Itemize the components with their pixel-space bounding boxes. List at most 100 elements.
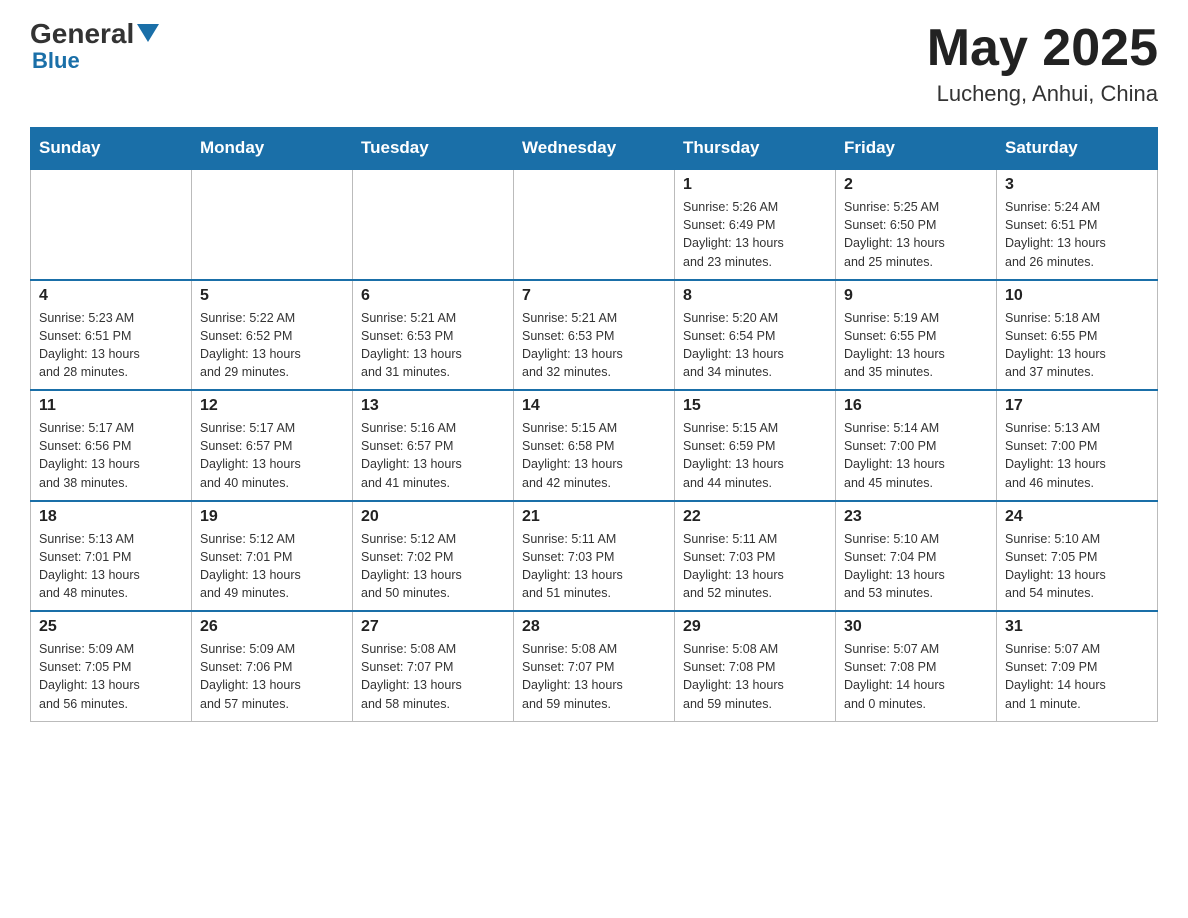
sun-info: Sunrise: 5:08 AM Sunset: 7:08 PM Dayligh… [683, 640, 827, 713]
day-number: 13 [361, 397, 505, 415]
day-header-tuesday: Tuesday [353, 128, 514, 170]
calendar-cell [353, 169, 514, 280]
sun-info: Sunrise: 5:15 AM Sunset: 6:59 PM Dayligh… [683, 419, 827, 492]
calendar-cell: 29Sunrise: 5:08 AM Sunset: 7:08 PM Dayli… [675, 611, 836, 721]
sun-info: Sunrise: 5:11 AM Sunset: 7:03 PM Dayligh… [522, 530, 666, 603]
week-row-3: 11 Sunrise: 5:17 AM Sunset: 6:56 PM Dayli… [31, 390, 1158, 501]
calendar-cell: 19 Sunrise: 5:12 AM Sunset: 7:01 PM Dayli… [192, 501, 353, 612]
day-header-saturday: Saturday [997, 128, 1158, 170]
sun-info: Sunrise: 5:25 AM Sunset: 6:50 PM Dayligh… [844, 198, 988, 271]
day-number: 2 [844, 176, 988, 194]
sun-info: Sunrise: 5:26 AM Sunset: 6:49 PM Dayligh… [683, 198, 827, 271]
sun-info: Sunrise: 5:09 AM Sunset: 7:06 PM Dayligh… [200, 640, 344, 713]
day-number: 5 [200, 287, 344, 305]
calendar-cell: 21 Sunrise: 5:11 AM Sunset: 7:03 PM Dayli… [514, 501, 675, 612]
day-number: 10 [1005, 287, 1149, 305]
day-header-sunday: Sunday [31, 128, 192, 170]
day-header-wednesday: Wednesday [514, 128, 675, 170]
day-number: 19 [200, 508, 344, 526]
sun-info: Sunrise: 5:21 AM Sunset: 6:53 PM Dayligh… [361, 309, 505, 382]
calendar-cell: 10 Sunrise: 5:18 AM Sunset: 6:55 PM Dayli… [997, 280, 1158, 391]
day-number: 7 [522, 287, 666, 305]
calendar-cell: 22 Sunrise: 5:11 AM Sunset: 7:03 PM Dayli… [675, 501, 836, 612]
sun-info: Sunrise: 5:17 AM Sunset: 6:57 PM Dayligh… [200, 419, 344, 492]
logo-arrow-icon [137, 24, 159, 47]
month-year-title: May 2025 [927, 20, 1158, 77]
day-header-friday: Friday [836, 128, 997, 170]
week-row-4: 18 Sunrise: 5:13 AM Sunset: 7:01 PM Dayli… [31, 501, 1158, 612]
day-number: 12 [200, 397, 344, 415]
day-number: 11 [39, 397, 183, 415]
day-number: 1 [683, 176, 827, 194]
calendar-table: SundayMondayTuesdayWednesdayThursdayFrid… [30, 127, 1158, 722]
day-header-monday: Monday [192, 128, 353, 170]
logo-blue-text: Blue [32, 48, 80, 74]
calendar-cell: 6 Sunrise: 5:21 AM Sunset: 6:53 PM Daylig… [353, 280, 514, 391]
calendar-cell: 1 Sunrise: 5:26 AM Sunset: 6:49 PM Daylig… [675, 169, 836, 280]
sun-info: Sunrise: 5:21 AM Sunset: 6:53 PM Dayligh… [522, 309, 666, 382]
sun-info: Sunrise: 5:11 AM Sunset: 7:03 PM Dayligh… [683, 530, 827, 603]
week-row-1: 1 Sunrise: 5:26 AM Sunset: 6:49 PM Daylig… [31, 169, 1158, 280]
calendar-cell: 13Sunrise: 5:16 AM Sunset: 6:57 PM Dayli… [353, 390, 514, 501]
day-number: 8 [683, 287, 827, 305]
day-number: 24 [1005, 508, 1149, 526]
day-number: 21 [522, 508, 666, 526]
week-row-2: 4 Sunrise: 5:23 AM Sunset: 6:51 PM Daylig… [31, 280, 1158, 391]
calendar-cell: 31 Sunrise: 5:07 AM Sunset: 7:09 PM Dayli… [997, 611, 1158, 721]
day-number: 17 [1005, 397, 1149, 415]
sun-info: Sunrise: 5:20 AM Sunset: 6:54 PM Dayligh… [683, 309, 827, 382]
logo: General Blue [30, 20, 159, 74]
sun-info: Sunrise: 5:17 AM Sunset: 6:56 PM Dayligh… [39, 419, 183, 492]
sun-info: Sunrise: 5:08 AM Sunset: 7:07 PM Dayligh… [361, 640, 505, 713]
sun-info: Sunrise: 5:09 AM Sunset: 7:05 PM Dayligh… [39, 640, 183, 713]
day-number: 27 [361, 618, 505, 636]
sun-info: Sunrise: 5:14 AM Sunset: 7:00 PM Dayligh… [844, 419, 988, 492]
day-number: 20 [361, 508, 505, 526]
day-number: 25 [39, 618, 183, 636]
calendar-cell: 7 Sunrise: 5:21 AM Sunset: 6:53 PM Daylig… [514, 280, 675, 391]
calendar-cell [514, 169, 675, 280]
calendar-cell: 3Sunrise: 5:24 AM Sunset: 6:51 PM Daylig… [997, 169, 1158, 280]
sun-info: Sunrise: 5:12 AM Sunset: 7:01 PM Dayligh… [200, 530, 344, 603]
sun-info: Sunrise: 5:08 AM Sunset: 7:07 PM Dayligh… [522, 640, 666, 713]
day-number: 6 [361, 287, 505, 305]
logo-general-text: General [30, 20, 134, 48]
day-number: 4 [39, 287, 183, 305]
calendar-header-row: SundayMondayTuesdayWednesdayThursdayFrid… [31, 128, 1158, 170]
sun-info: Sunrise: 5:15 AM Sunset: 6:58 PM Dayligh… [522, 419, 666, 492]
day-number: 26 [200, 618, 344, 636]
calendar-cell: 24 Sunrise: 5:10 AM Sunset: 7:05 PM Dayli… [997, 501, 1158, 612]
calendar-cell: 4 Sunrise: 5:23 AM Sunset: 6:51 PM Daylig… [31, 280, 192, 391]
sun-info: Sunrise: 5:10 AM Sunset: 7:05 PM Dayligh… [1005, 530, 1149, 603]
day-number: 9 [844, 287, 988, 305]
calendar-cell: 12 Sunrise: 5:17 AM Sunset: 6:57 PM Dayli… [192, 390, 353, 501]
sun-info: Sunrise: 5:18 AM Sunset: 6:55 PM Dayligh… [1005, 309, 1149, 382]
calendar-cell: 2 Sunrise: 5:25 AM Sunset: 6:50 PM Daylig… [836, 169, 997, 280]
sun-info: Sunrise: 5:13 AM Sunset: 7:01 PM Dayligh… [39, 530, 183, 603]
calendar-cell: 9 Sunrise: 5:19 AM Sunset: 6:55 PM Daylig… [836, 280, 997, 391]
sun-info: Sunrise: 5:10 AM Sunset: 7:04 PM Dayligh… [844, 530, 988, 603]
title-block: May 2025 Lucheng, Anhui, China [927, 20, 1158, 107]
sun-info: Sunrise: 5:07 AM Sunset: 7:09 PM Dayligh… [1005, 640, 1149, 713]
calendar-cell: 23 Sunrise: 5:10 AM Sunset: 7:04 PM Dayli… [836, 501, 997, 612]
page-header: General Blue May 2025 Lucheng, Anhui, Ch… [30, 20, 1158, 107]
day-number: 14 [522, 397, 666, 415]
sun-info: Sunrise: 5:23 AM Sunset: 6:51 PM Dayligh… [39, 309, 183, 382]
day-number: 31 [1005, 618, 1149, 636]
day-number: 16 [844, 397, 988, 415]
week-row-5: 25 Sunrise: 5:09 AM Sunset: 7:05 PM Dayli… [31, 611, 1158, 721]
day-number: 15 [683, 397, 827, 415]
day-number: 22 [683, 508, 827, 526]
calendar-cell: 28Sunrise: 5:08 AM Sunset: 7:07 PM Dayli… [514, 611, 675, 721]
calendar-cell: 8 Sunrise: 5:20 AM Sunset: 6:54 PM Daylig… [675, 280, 836, 391]
calendar-cell [192, 169, 353, 280]
location-subtitle: Lucheng, Anhui, China [927, 81, 1158, 107]
day-number: 23 [844, 508, 988, 526]
sun-info: Sunrise: 5:22 AM Sunset: 6:52 PM Dayligh… [200, 309, 344, 382]
sun-info: Sunrise: 5:19 AM Sunset: 6:55 PM Dayligh… [844, 309, 988, 382]
calendar-cell: 30Sunrise: 5:07 AM Sunset: 7:08 PM Dayli… [836, 611, 997, 721]
day-number: 18 [39, 508, 183, 526]
sun-info: Sunrise: 5:12 AM Sunset: 7:02 PM Dayligh… [361, 530, 505, 603]
calendar-cell: 16 Sunrise: 5:14 AM Sunset: 7:00 PM Dayli… [836, 390, 997, 501]
calendar-cell [31, 169, 192, 280]
